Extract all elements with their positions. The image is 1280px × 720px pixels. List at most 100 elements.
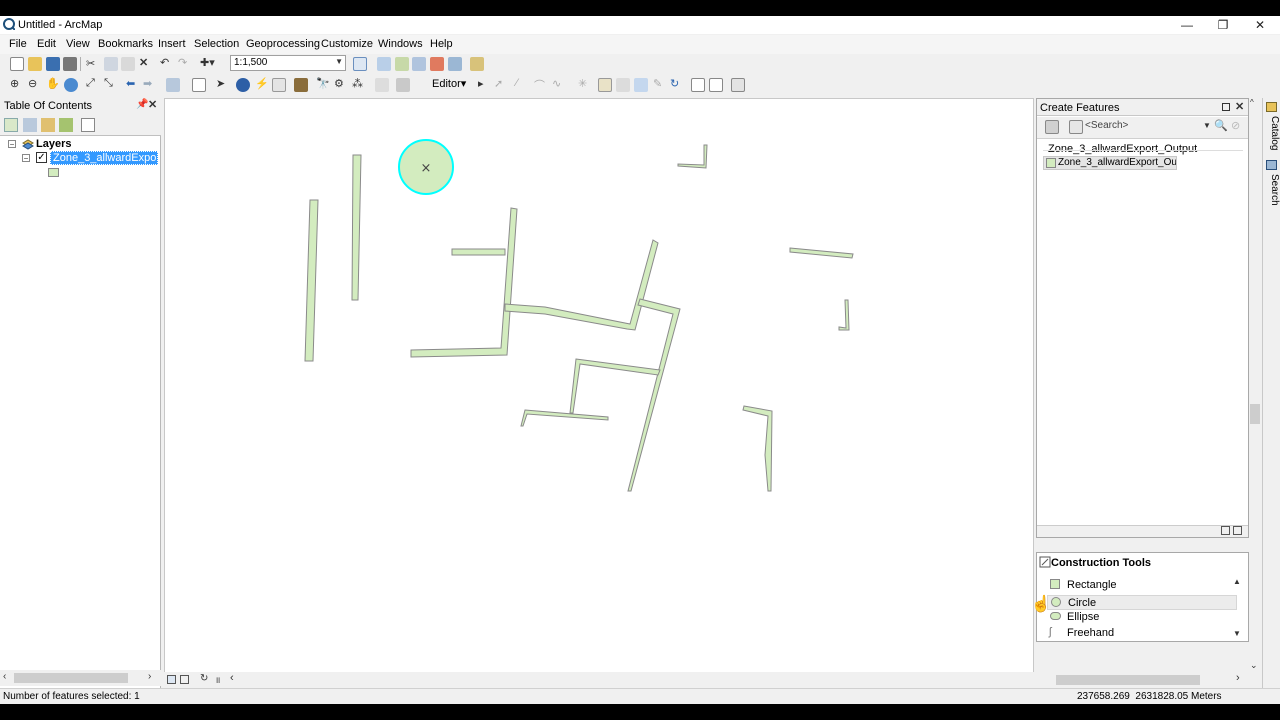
paste-icon[interactable]	[121, 57, 135, 71]
panel-splitter[interactable]	[1037, 525, 1248, 537]
find-route-icon[interactable]: ⚙	[334, 77, 344, 90]
select-features-icon[interactable]	[166, 78, 180, 92]
redo-icon[interactable]: ↷	[178, 56, 187, 69]
feature-polygon[interactable]	[351, 154, 362, 301]
new-document-icon[interactable]	[10, 57, 24, 71]
forward-extent-icon[interactable]: ➡	[143, 77, 152, 90]
print-icon[interactable]	[63, 57, 77, 71]
attributes-icon[interactable]	[691, 78, 705, 92]
construction-tool-circle[interactable]: Circle	[1047, 595, 1237, 610]
construction-tool-ellipse[interactable]: Ellipse	[1047, 610, 1237, 625]
pan-icon[interactable]: ✋	[46, 77, 60, 90]
collapse-toggle-icon[interactable]	[1221, 526, 1230, 535]
close-icon[interactable]: ✕	[1235, 100, 1244, 113]
list-by-drawing-order-icon[interactable]	[4, 118, 18, 132]
feature-polygon[interactable]	[451, 248, 506, 256]
pin-icon[interactable]: 📌	[136, 99, 148, 110]
layer-visibility-checkbox[interactable]: ✓	[36, 152, 47, 163]
layers-root-label[interactable]: Layers	[36, 138, 71, 150]
menu-file[interactable]: File	[9, 38, 27, 50]
catalog-tab[interactable]: Catalog	[1264, 100, 1280, 156]
feature-polygon[interactable]	[677, 144, 708, 169]
map-view[interactable]: ×	[164, 98, 1034, 674]
scroll-right-icon[interactable]: ›	[148, 671, 151, 682]
scroll-down-icon[interactable]: ⌄	[1250, 660, 1258, 671]
hyperlink-icon[interactable]: ⚡	[255, 77, 269, 90]
save-icon[interactable]	[46, 57, 60, 71]
layout-view-icon[interactable]	[180, 675, 189, 684]
construction-tool-rectangle[interactable]: Rectangle	[1047, 578, 1237, 593]
full-extent-icon[interactable]	[64, 78, 78, 92]
fixed-zoom-out-icon[interactable]: ⤡	[104, 77, 113, 90]
measure-icon[interactable]	[294, 78, 308, 92]
scroll-right-icon[interactable]: ›	[1236, 672, 1240, 684]
pause-drawing-icon[interactable]: ॥	[215, 673, 220, 686]
search-tab[interactable]: Search	[1264, 158, 1280, 214]
select-elements-icon[interactable]: ➤	[216, 77, 225, 90]
chevron-down-icon[interactable]: ▼	[1203, 121, 1211, 130]
feature-polygon[interactable]	[569, 358, 661, 414]
construction-tool-freehand[interactable]: ʃ Freehand	[1047, 626, 1237, 641]
list-by-visibility-icon[interactable]	[41, 118, 55, 132]
menu-edit[interactable]: Edit	[37, 38, 56, 50]
cut-icon[interactable]: ✂	[86, 57, 95, 70]
zoom-in-icon[interactable]: ⊕	[10, 77, 19, 90]
search-window-icon[interactable]	[412, 57, 426, 71]
modelbuilder-icon[interactable]	[470, 57, 484, 71]
list-by-source-icon[interactable]	[23, 118, 37, 132]
clear-search-icon[interactable]: ⊘	[1231, 119, 1240, 132]
open-folder-icon[interactable]	[28, 57, 42, 71]
scroll-up-icon[interactable]: ▲	[1233, 577, 1241, 586]
collapse-layers-icon[interactable]: −	[8, 140, 16, 149]
feature-polygon[interactable]	[304, 199, 319, 362]
edit-vertices-icon[interactable]	[598, 78, 612, 92]
menu-view[interactable]: View	[66, 38, 90, 50]
feature-template-item[interactable]: Zone_3_allwardExport_Output	[1043, 156, 1177, 170]
clear-selection-icon[interactable]	[192, 78, 206, 92]
map-vertical-scroll-thumb[interactable]	[1250, 404, 1260, 424]
map-vertical-scrollbar[interactable]: ^ ⌄	[1249, 98, 1261, 674]
menu-bookmarks[interactable]: Bookmarks	[98, 38, 153, 50]
straight-segment-icon[interactable]: ⁄	[516, 77, 518, 89]
editor-toolbar-icon[interactable]	[353, 57, 367, 71]
find-icon[interactable]: 🔭	[316, 77, 330, 90]
template-properties-icon[interactable]	[1069, 120, 1083, 134]
refresh-icon[interactable]: ↻	[200, 673, 208, 684]
feature-polygon[interactable]	[504, 239, 659, 331]
sketch-properties-icon[interactable]	[709, 78, 723, 92]
layer-name[interactable]: Zone_3_allwardExport_Output	[50, 151, 158, 165]
toc-scroll-thumb[interactable]	[14, 673, 128, 683]
reshape-feature-icon[interactable]	[616, 78, 630, 92]
time-slider-icon[interactable]	[375, 78, 389, 92]
undo-icon[interactable]: ↶	[160, 56, 169, 69]
map-canvas[interactable]: ×	[165, 99, 1035, 675]
close-icon[interactable]: ✕	[148, 98, 157, 111]
end-point-arc-icon[interactable]: ⌒	[534, 77, 545, 93]
feature-polygon[interactable]	[410, 207, 518, 358]
feature-polygon[interactable]	[520, 409, 609, 427]
feature-polygon[interactable]	[838, 299, 850, 331]
html-popup-icon[interactable]	[272, 78, 286, 92]
menu-selection[interactable]: Selection	[194, 38, 239, 50]
maximize-icon[interactable]	[1222, 103, 1230, 111]
feature-polygon[interactable]	[789, 247, 854, 259]
layer-symbol-swatch[interactable]	[48, 168, 59, 177]
scroll-left-icon[interactable]: ‹	[3, 671, 6, 682]
rotate-icon[interactable]: ↻	[670, 77, 679, 90]
list-by-selection-icon[interactable]	[59, 118, 73, 132]
toc-horizontal-scrollbar[interactable]: ‹ ›	[0, 670, 161, 686]
editor-menu-button[interactable]: Editor▾	[432, 77, 466, 90]
delete-icon[interactable]: ✕	[139, 56, 148, 69]
viewer-window-icon[interactable]	[396, 78, 410, 92]
menu-insert[interactable]: Insert	[158, 38, 186, 50]
fixed-zoom-in-icon[interactable]: ⤢	[86, 77, 95, 90]
cut-polygons-icon[interactable]	[634, 78, 648, 92]
zoom-out-icon[interactable]: ⊖	[28, 77, 37, 90]
back-extent-icon[interactable]: ⬅	[126, 77, 135, 90]
minimize-button[interactable]: —	[1167, 16, 1207, 34]
data-view-icon[interactable]	[167, 675, 176, 684]
map-scale-combo[interactable]: 1:1,500 ▼	[230, 55, 346, 71]
close-button[interactable]: ✕	[1240, 16, 1280, 34]
search-icon[interactable]: 🔍	[1214, 119, 1228, 132]
restore-button[interactable]: ❐	[1203, 16, 1243, 34]
